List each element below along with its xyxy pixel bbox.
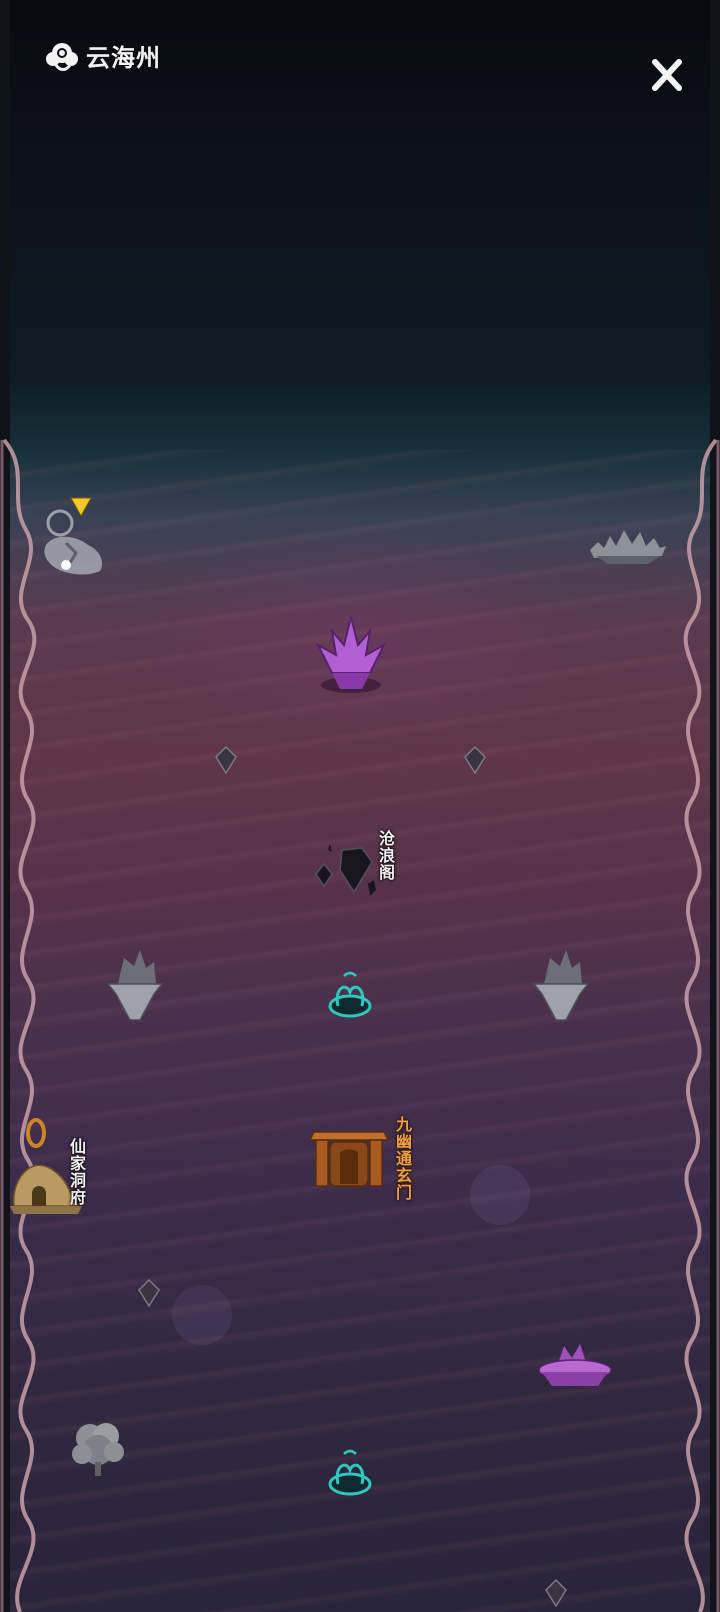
bronze-gate-icon[interactable] xyxy=(306,1124,392,1188)
dark-floating-rocks-icon[interactable] xyxy=(312,840,382,900)
golden-ring-icon xyxy=(26,1118,46,1148)
purple-platform-node[interactable] xyxy=(536,1340,614,1392)
grey-tree-node[interactable] xyxy=(68,1416,128,1478)
location-label-jiuyou: 九幽通玄门 xyxy=(393,1116,412,1201)
close-x-icon xyxy=(652,59,682,91)
teal-portal-node[interactable] xyxy=(326,1446,374,1498)
purple-crystal-node[interactable] xyxy=(312,615,390,695)
waypoint-marker[interactable] xyxy=(137,1278,161,1308)
waypoint-marker[interactable] xyxy=(544,1578,568,1608)
right-ornament-frame xyxy=(683,0,720,1612)
grey-floating-island-node[interactable] xyxy=(530,944,592,1022)
region-title: 云海州 xyxy=(86,43,161,72)
grey-floating-island-node[interactable] xyxy=(104,944,166,1022)
left-ornament-frame xyxy=(0,0,37,1612)
waypoint-marker[interactable] xyxy=(463,745,487,775)
location-label-xianjia: 仙家洞府 xyxy=(67,1138,86,1206)
close-button[interactable] xyxy=(650,58,684,92)
light-bokeh xyxy=(470,1165,530,1225)
teal-portal-node[interactable] xyxy=(326,968,374,1020)
player-island-node[interactable] xyxy=(36,505,112,585)
location-label-canglang: 沧浪阁 xyxy=(376,830,395,881)
spiky-rock-island-node[interactable] xyxy=(588,520,668,568)
waypoint-marker[interactable] xyxy=(214,745,238,775)
light-bokeh xyxy=(172,1285,232,1345)
map-header: 云海州 xyxy=(44,38,161,72)
cloud-swirl-icon xyxy=(46,43,78,71)
